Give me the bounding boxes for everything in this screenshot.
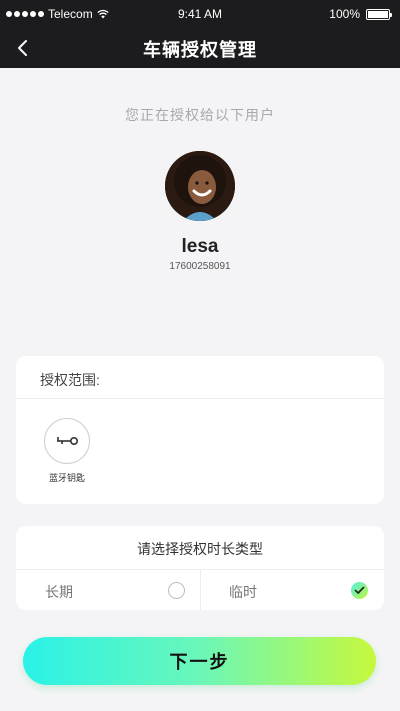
scope-item-circle — [44, 418, 90, 464]
status-bar: Telecom 9:41 AM 100% — [0, 0, 400, 28]
option-label-long-term: 长期 — [45, 584, 73, 600]
radio-temporary[interactable] — [351, 582, 368, 599]
scope-label: 授权范围: — [40, 372, 100, 388]
scope-item-bluetooth-key[interactable]: 蓝牙钥匙 — [44, 418, 90, 484]
user-name: lesa — [181, 236, 219, 257]
checkmark-icon — [354, 586, 365, 594]
header: Telecom 9:41 AM 100% 车辆授权管理 — [0, 0, 400, 68]
scope-card: 授权范围: 蓝牙钥匙 — [16, 356, 384, 504]
duration-option-temporary[interactable]: 临时 — [200, 569, 384, 610]
battery-percent: 100% — [329, 7, 360, 21]
user-phone: 17600258091 — [169, 261, 231, 272]
status-right: 100% — [329, 7, 392, 21]
authorize-hint: 您正在授权给以下用户 — [125, 107, 275, 123]
scope-item-label: 蓝牙钥匙 — [48, 473, 85, 483]
radio-long-term[interactable] — [168, 582, 185, 599]
scope-divider — [16, 398, 384, 399]
nav-bar: 车辆授权管理 — [0, 28, 400, 68]
duration-card: 请选择授权时长类型 长期 临时 — [16, 526, 384, 610]
page-title: 车辆授权管理 — [143, 40, 257, 60]
battery-icon — [366, 8, 392, 20]
duration-title: 请选择授权时长类型 — [137, 541, 263, 557]
avatar-photo — [165, 151, 235, 221]
duration-option-long-term[interactable]: 长期 — [16, 569, 200, 610]
next-button[interactable]: 下一步 — [23, 637, 376, 685]
option-label-temporary: 临时 — [229, 584, 257, 600]
avatar — [165, 151, 235, 221]
bluetooth-key-icon — [57, 436, 78, 446]
